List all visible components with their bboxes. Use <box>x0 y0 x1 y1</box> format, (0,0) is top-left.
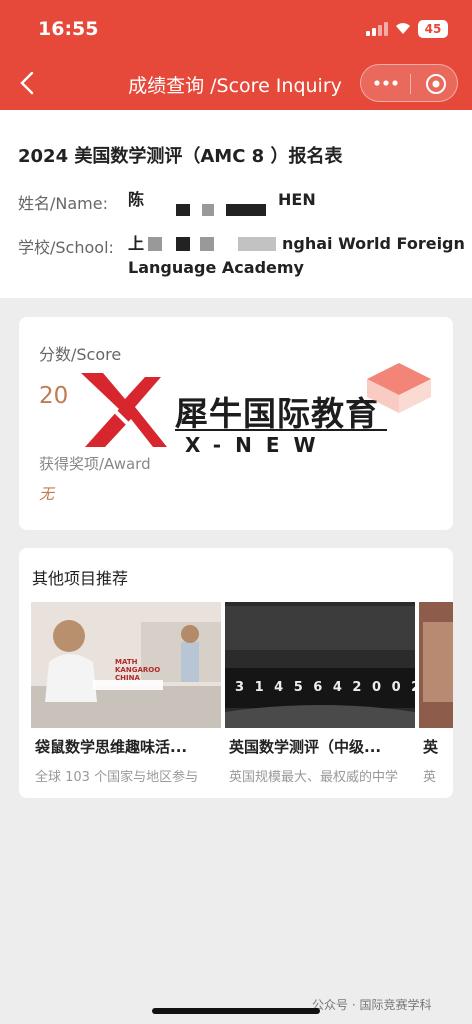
score-value: 20 <box>39 383 69 409</box>
battery-icon: 45 <box>418 20 448 38</box>
kangaroo-badge: MATH KANGAROO CHINA <box>115 658 161 682</box>
other-projects-title: 其他项目推荐 <box>32 569 129 588</box>
footer-text: 公众号 · 国际竞赛学科 <box>312 998 432 1012</box>
promo-image <box>419 602 453 728</box>
signal-icon <box>366 22 388 36</box>
promo-card[interactable]: 英 英 <box>419 602 453 792</box>
name-value: 陈 <box>128 188 144 212</box>
promo-card[interactable]: MATH KANGAROO CHINA 袋鼠数学思维趣味活... 全球 103 … <box>31 602 221 792</box>
registration-form-card: 2024 美国数学测评（AMC 8 ）报名表 姓名/Name: 陈 HEN 学校… <box>0 110 472 298</box>
promo-card[interactable]: 3 1 4 5 6 4 2 0 0 2 英国数学测评（中级... 英国规模最大、… <box>225 602 415 792</box>
home-indicator[interactable] <box>152 1008 320 1014</box>
header-bar: 16:55 45 成绩查询 /Score Inquiry <box>0 0 472 110</box>
redaction-mask <box>176 204 190 216</box>
promo-title: 英国数学测评（中级... <box>229 738 382 756</box>
redaction-mask <box>148 237 162 251</box>
school-value-line1: nghai World Foreign <box>282 234 465 253</box>
watermark-en: X-NEW <box>185 433 330 457</box>
capsule-divider <box>410 74 411 94</box>
wifi-icon <box>396 23 410 34</box>
mini-program-capsule <box>360 64 458 102</box>
nav-bar: 成绩查询 /Score Inquiry <box>0 58 472 110</box>
redaction-mask <box>226 204 266 216</box>
promo-desc: 英 <box>423 770 437 785</box>
promo-desc: 全球 103 个国家与地区参与 <box>35 770 199 785</box>
promo-title: 英 <box>423 738 439 756</box>
watermark-rule <box>175 429 387 431</box>
page-title: 成绩查询 /Score Inquiry <box>128 75 342 97</box>
status-bar: 16:55 45 <box>0 0 472 58</box>
watermark-cube-icon <box>367 363 431 413</box>
counter-digits: 3 1 4 5 6 4 2 0 0 2 <box>235 680 415 695</box>
redaction-mask <box>200 237 214 251</box>
school-label: 学校/School: <box>18 238 114 257</box>
promo-desc: 英国规模最大、最权威的中学 <box>229 770 399 785</box>
back-icon[interactable] <box>14 68 44 98</box>
redaction-mask <box>238 237 276 251</box>
promo-title: 袋鼠数学思维趣味活... <box>35 738 188 756</box>
other-projects-card: 其他项目推荐 MATH KANGAROO CHINA 袋鼠数学思维趣味活... … <box>19 548 453 798</box>
name-label: 姓名/Name: <box>18 194 108 213</box>
watermark-logo: 犀牛国际教育 X-NEW <box>75 359 435 459</box>
score-card: 分数/Score 20 获得奖项/Award 无 犀牛国际教育 X-NEW <box>19 317 453 530</box>
name-value-end: HEN <box>278 190 316 209</box>
watermark-cn: 犀牛国际教育 <box>175 394 379 433</box>
school-value-start: 上 <box>128 234 145 253</box>
counter-image: 3 1 4 5 6 4 2 0 0 2 <box>225 602 415 728</box>
status-time: 16:55 <box>38 18 99 40</box>
close-target-icon[interactable] <box>425 73 447 95</box>
award-value: 无 <box>39 485 55 503</box>
xnew-logo-icon <box>81 373 167 447</box>
name-value-start: 陈 <box>128 190 145 209</box>
school-value-line2: Language Academy <box>128 258 304 277</box>
redaction-mask <box>176 237 190 251</box>
more-icon[interactable] <box>373 73 399 93</box>
form-title: 2024 美国数学测评（AMC 8 ）报名表 <box>18 146 343 167</box>
redaction-mask <box>202 204 214 216</box>
kangaroo-image: MATH KANGAROO CHINA <box>31 602 221 728</box>
